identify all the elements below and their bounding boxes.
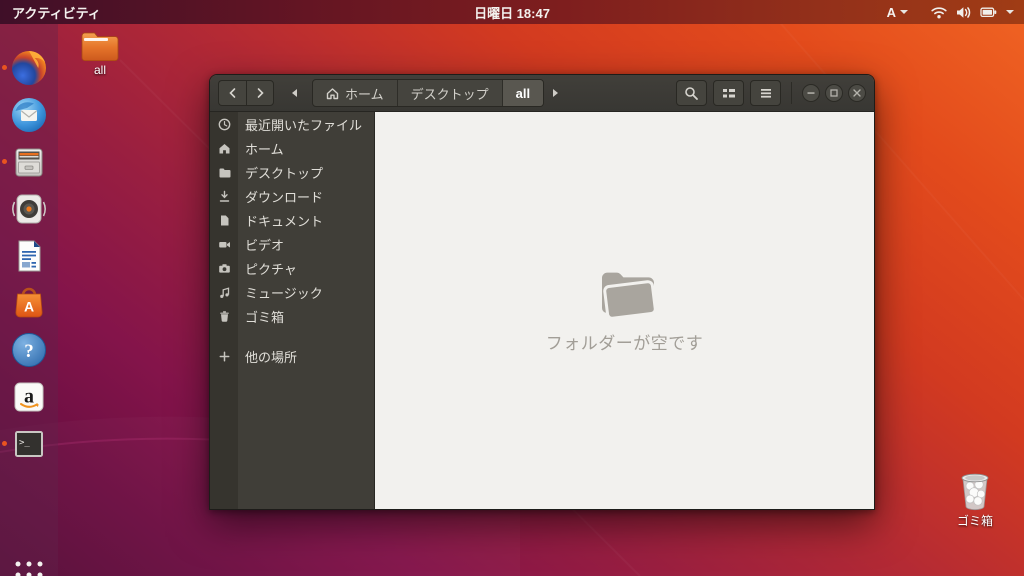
hamburger-icon [760, 89, 771, 98]
forward-button[interactable] [246, 80, 274, 106]
input-method-indicator[interactable]: A [887, 5, 908, 20]
sidebar-item-other-locations[interactable]: 他の場所 [210, 344, 374, 368]
close-button[interactable] [848, 84, 866, 102]
libreoffice-writer-icon[interactable] [10, 237, 48, 275]
folder-view[interactable]: フォルダーが空です [375, 112, 874, 509]
rhythmbox-icon[interactable] [10, 190, 48, 228]
sidebar-item-videos[interactable]: ビデオ [210, 232, 374, 256]
clock[interactable]: 日曜日 18:47 [0, 3, 1024, 22]
desktop-icon-all-folder[interactable]: all [71, 30, 129, 77]
minimize-button[interactable] [802, 84, 820, 102]
search-icon [685, 86, 698, 100]
sidebar-item-documents[interactable]: ドキュメント [210, 208, 374, 232]
firefox-icon[interactable] [10, 49, 48, 87]
music-icon [219, 286, 229, 298]
home-icon [326, 87, 339, 99]
desktop-icon-label: all [93, 63, 106, 77]
desktop-icon-trash[interactable]: ゴミ箱 [946, 472, 1004, 529]
breadcrumb-home[interactable]: ホーム [313, 80, 398, 106]
svg-text:a: a [24, 386, 34, 408]
empty-folder-icon [601, 272, 657, 320]
sidebar: 最近開いたファイル ホーム デスクトップ ダウンロード ドキュメント ビデオ ピ… [210, 112, 375, 509]
running-indicator [2, 65, 7, 70]
empty-folder-message: フォルダーが空です [545, 334, 704, 353]
system-menu-chevron-icon [1006, 10, 1014, 14]
window-body: 最近開いたファイル ホーム デスクトップ ダウンロード ドキュメント ビデオ ピ… [210, 112, 874, 509]
breadcrumb-desktop[interactable]: デスクトップ [398, 80, 503, 106]
svg-text:?: ? [24, 341, 34, 362]
list-view-icon [722, 89, 735, 98]
running-indicator [2, 159, 7, 164]
battery-icon [980, 7, 997, 17]
amazon-icon[interactable]: a [10, 378, 48, 416]
show-applications-icon[interactable] [11, 557, 47, 576]
sidebar-item-recent[interactable]: 最近開いたファイル [210, 112, 374, 136]
download-icon [219, 190, 229, 202]
chevron-down-icon [900, 10, 908, 14]
sidebar-item-downloads[interactable]: ダウンロード [210, 184, 374, 208]
document-icon [220, 215, 228, 225]
sidebar-item-pictures[interactable]: ピクチャ [210, 256, 374, 280]
ubuntu-desktop: { "topbar": { "activities": "アクティビティ", "… [0, 0, 1024, 576]
folder-icon [81, 32, 119, 61]
path-scroll-left-button[interactable] [286, 80, 302, 106]
ubuntu-software-icon[interactable]: A [10, 284, 48, 322]
sidebar-item-desktop[interactable]: デスクトップ [210, 160, 374, 184]
back-button[interactable] [218, 80, 246, 106]
minimize-icon [807, 92, 815, 94]
sidebar-item-music[interactable]: ミュージック [210, 280, 374, 304]
desktop-icon-label: ゴミ箱 [956, 514, 993, 528]
thunderbird-icon[interactable] [10, 96, 48, 134]
svg-text:A: A [24, 299, 34, 315]
close-icon [853, 89, 861, 97]
breadcrumb-current[interactable]: all [502, 80, 544, 106]
dock: A ? a >_ [0, 24, 58, 576]
headerbar-separator [791, 82, 792, 104]
window-controls [802, 84, 866, 102]
trash-icon [219, 310, 229, 322]
help-icon[interactable]: ? [10, 331, 48, 369]
path-scroll-right-button[interactable] [548, 80, 564, 106]
search-button[interactable] [676, 80, 707, 106]
camera-icon [218, 263, 230, 273]
maximize-button[interactable] [825, 84, 843, 102]
sidebar-item-home[interactable]: ホーム [210, 136, 374, 160]
maximize-icon [830, 89, 838, 97]
sidebar-item-trash[interactable]: ゴミ箱 [210, 304, 374, 328]
breadcrumb: ホーム デスクトップ all [312, 79, 545, 107]
svg-text:>_: >_ [19, 438, 30, 448]
trash-full-icon [961, 473, 989, 511]
headerbar-actions [670, 80, 866, 106]
top-bar: アクティビティ 日曜日 18:47 A [0, 0, 1024, 24]
file-manager-window: ホーム デスクトップ all 最近開いたファイル ホーム デスクトップ ダウンロ… [209, 74, 875, 510]
wifi-icon [931, 6, 947, 18]
folder-icon [219, 168, 230, 177]
terminal-icon[interactable]: >_ [10, 425, 48, 463]
headerbar: ホーム デスクトップ all [210, 75, 874, 112]
home-icon [219, 143, 229, 153]
plus-icon [219, 351, 229, 361]
system-status-area[interactable]: A [887, 5, 1024, 20]
files-icon[interactable] [10, 143, 48, 181]
volume-icon [957, 6, 971, 18]
menu-button[interactable] [750, 80, 781, 106]
activities-button[interactable]: アクティビティ [0, 0, 113, 24]
video-icon [218, 241, 230, 247]
recent-icon [218, 118, 230, 130]
view-toggle-button[interactable] [713, 80, 744, 106]
running-indicator [2, 441, 7, 446]
input-method-label: A [886, 4, 896, 20]
history-nav [218, 80, 274, 106]
